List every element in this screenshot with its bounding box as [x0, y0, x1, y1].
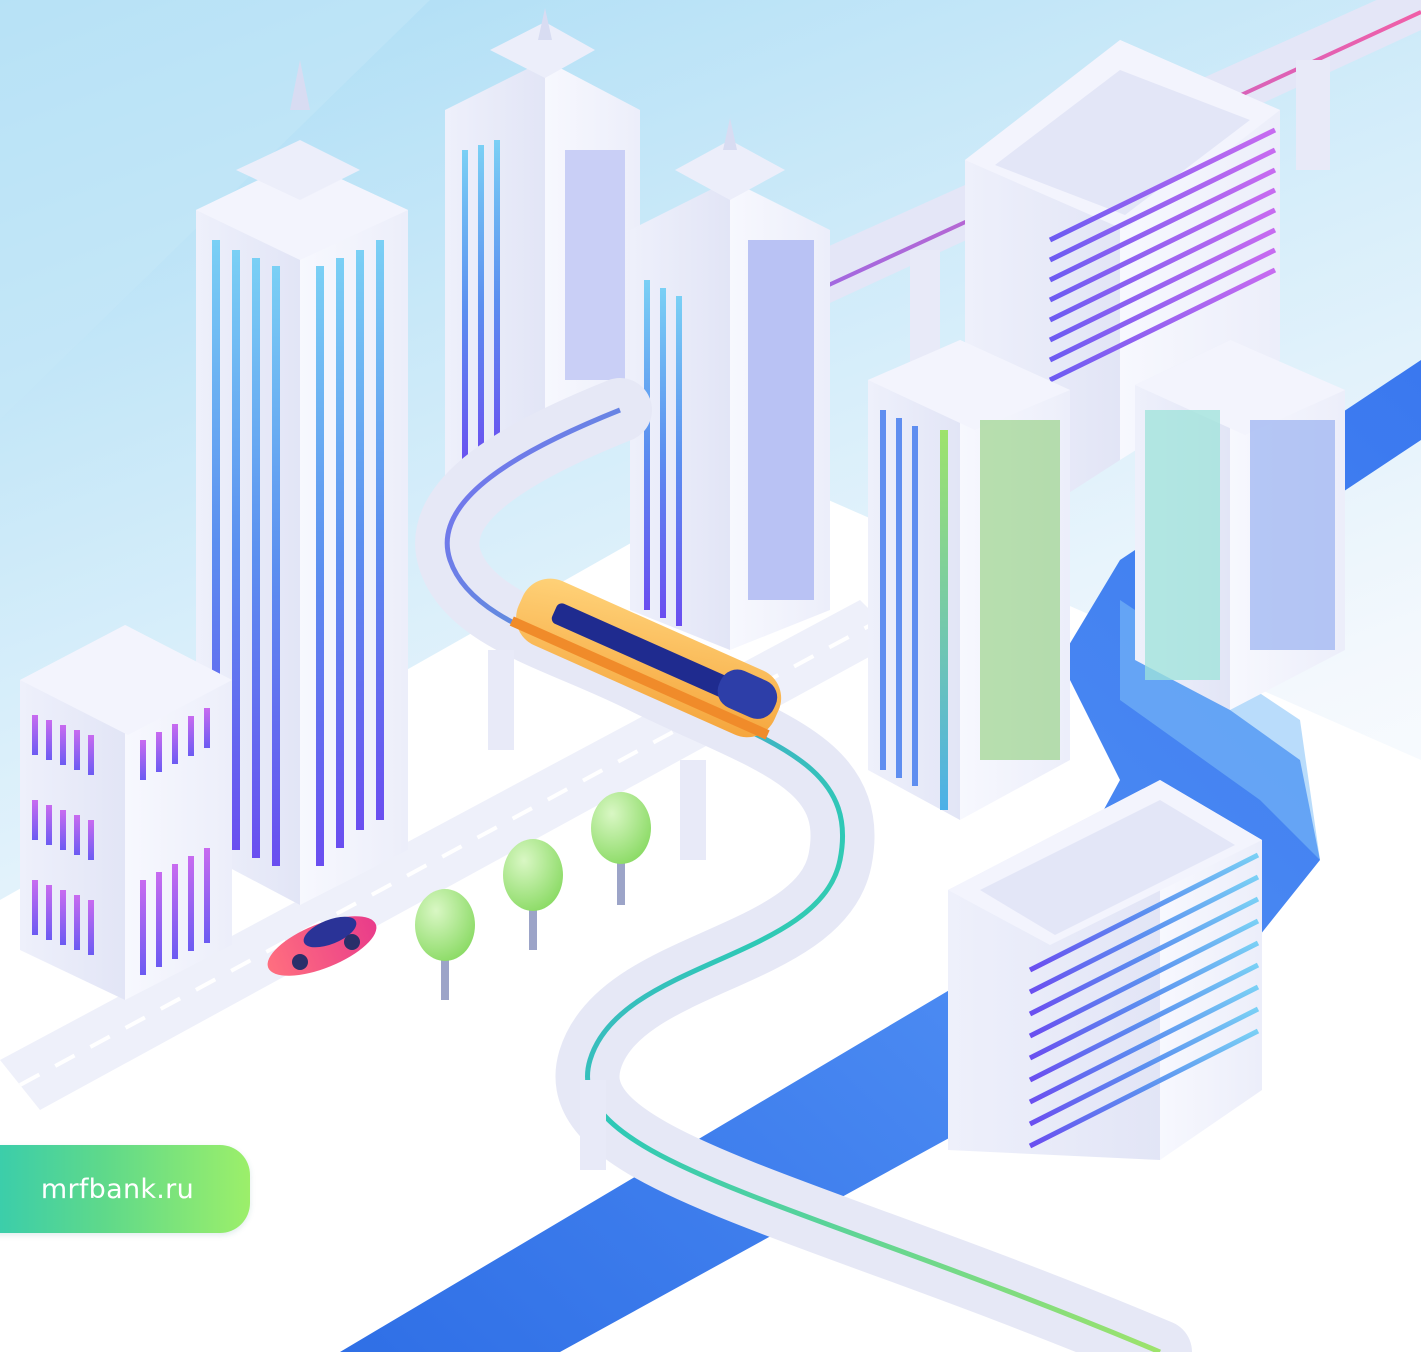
- site-link-button[interactable]: mrfbank.ru: [0, 1145, 250, 1233]
- site-link-text: mrfbank.ru: [40, 1173, 194, 1205]
